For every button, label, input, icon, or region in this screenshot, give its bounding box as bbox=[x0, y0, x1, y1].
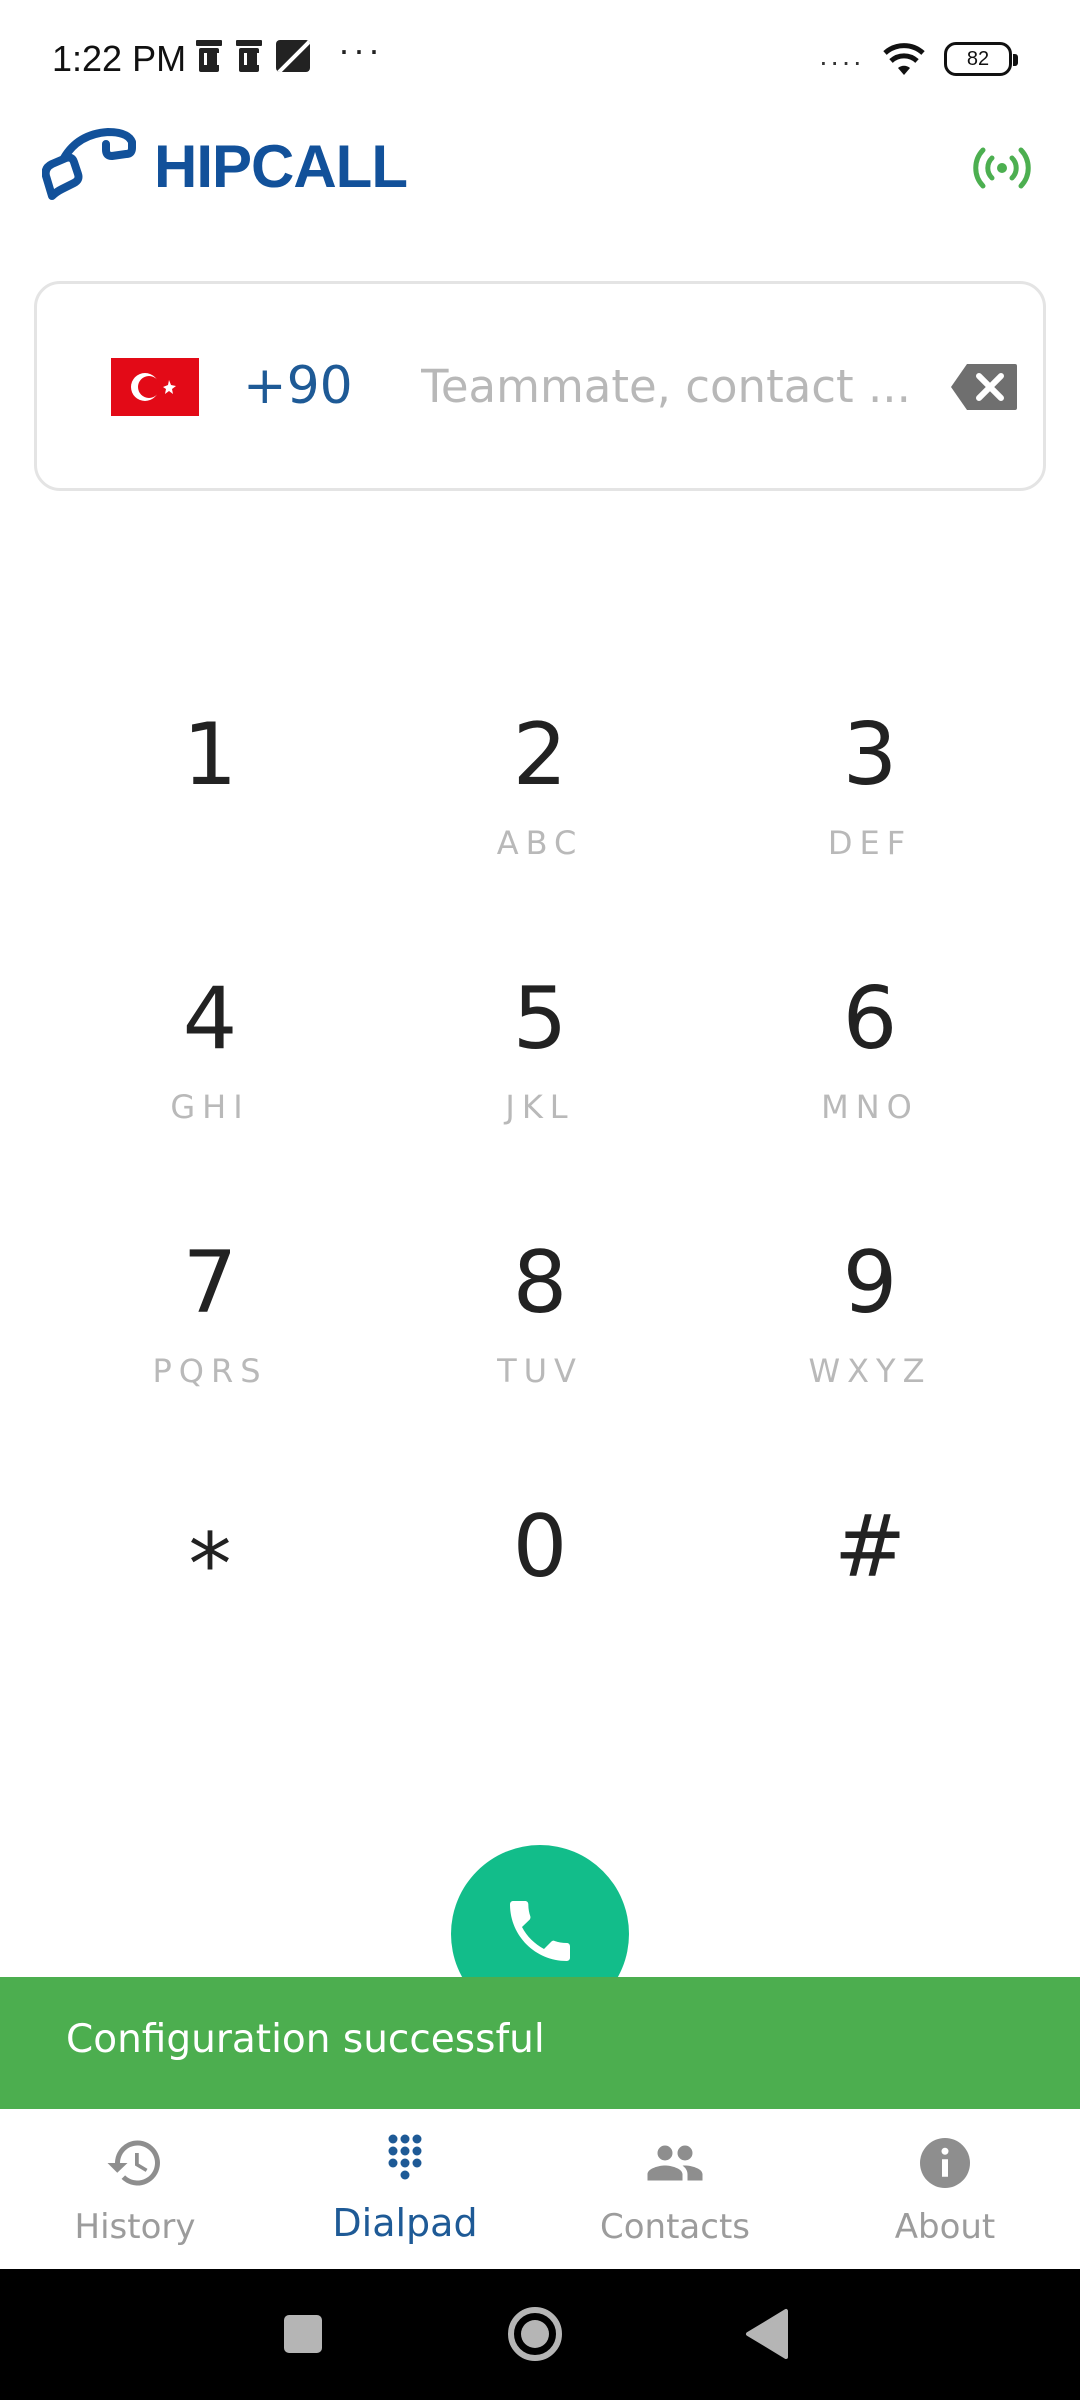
system-nav-bar bbox=[0, 2269, 1080, 2400]
key-digit: 2 bbox=[512, 705, 568, 805]
key-digit: 3 bbox=[842, 705, 898, 805]
brand-name: HIPCALL bbox=[154, 132, 408, 200]
key-1-button[interactable]: 1 bbox=[80, 680, 340, 900]
key-digit: 8 bbox=[512, 1233, 568, 1333]
key-letters: PQRS bbox=[152, 1352, 268, 1390]
key-digit: 5 bbox=[512, 969, 568, 1069]
key-9-button[interactable]: 9 WXYZ bbox=[740, 1208, 1000, 1428]
nav-item-about[interactable]: About bbox=[810, 2109, 1080, 2269]
nav-item-history[interactable]: History bbox=[0, 2109, 270, 2269]
dialpad-icon bbox=[388, 2134, 422, 2180]
nav-label-dialpad: Dialpad bbox=[332, 2201, 478, 2245]
key-6-button[interactable]: 6 MNO bbox=[740, 944, 1000, 1164]
status-bar: 1:22 PM ··· ···· 82 bbox=[0, 0, 1080, 120]
trash-icon bbox=[196, 40, 222, 72]
nav-item-dialpad[interactable]: Dialpad bbox=[270, 2109, 540, 2269]
key-3-button[interactable]: 3 DEF bbox=[740, 680, 1000, 900]
key-letters: DEF bbox=[827, 824, 913, 862]
back-icon[interactable] bbox=[734, 2299, 804, 2369]
key-digit: * bbox=[188, 1515, 232, 1615]
key-8-button[interactable]: 8 TUV bbox=[410, 1208, 670, 1428]
bottom-nav: History Dialpad Contacts About bbox=[0, 2109, 1080, 2269]
trash-icon bbox=[236, 40, 262, 72]
connection-status-icon[interactable] bbox=[972, 140, 1032, 196]
key-letters: MNO bbox=[821, 1088, 919, 1126]
battery-icon: 82 bbox=[944, 42, 1018, 76]
snackbar-message: Configuration successful bbox=[66, 2017, 545, 2062]
snackbar: Configuration successful bbox=[0, 1977, 1080, 2109]
key-star-button[interactable]: * bbox=[80, 1472, 340, 1692]
key-0-button[interactable]: 0 bbox=[410, 1472, 670, 1692]
nav-label-contacts: Contacts bbox=[600, 2207, 750, 2247]
status-right: ···· 82 bbox=[818, 40, 1018, 78]
history-icon bbox=[107, 2140, 160, 2186]
nav-item-contacts[interactable]: Contacts bbox=[540, 2109, 810, 2269]
key-5-button[interactable]: 5 JKL bbox=[410, 944, 670, 1164]
key-7-button[interactable]: 7 PQRS bbox=[80, 1208, 340, 1428]
backspace-icon[interactable] bbox=[949, 362, 1019, 412]
wifi-icon bbox=[883, 43, 925, 75]
key-hash-button[interactable]: # bbox=[740, 1472, 1000, 1692]
dial-input-card: +90 bbox=[34, 281, 1046, 491]
recents-icon[interactable] bbox=[268, 2299, 338, 2369]
hipcall-logo-icon bbox=[42, 128, 136, 200]
key-digit: 7 bbox=[182, 1233, 238, 1333]
key-digit: 1 bbox=[182, 705, 238, 805]
dial-search-input[interactable] bbox=[421, 350, 961, 422]
battery-level: 82 bbox=[966, 47, 990, 70]
key-letters: TUV bbox=[497, 1352, 583, 1390]
key-letters: GHI bbox=[170, 1088, 250, 1126]
phone-icon bbox=[510, 1901, 570, 1961]
key-letters: WXYZ bbox=[808, 1352, 932, 1390]
key-digit: 6 bbox=[842, 969, 898, 1069]
brand-logo-group: HIPCALL bbox=[42, 128, 408, 204]
key-digit: # bbox=[833, 1497, 907, 1597]
overflow-dots: ··· bbox=[338, 29, 383, 70]
contacts-icon bbox=[647, 2145, 703, 2181]
image-off-icon bbox=[276, 40, 310, 72]
key-4-button[interactable]: 4 GHI bbox=[80, 944, 340, 1164]
key-digit: 0 bbox=[512, 1497, 568, 1597]
key-letters: ABC bbox=[496, 824, 584, 862]
info-icon bbox=[920, 2138, 970, 2188]
home-icon[interactable] bbox=[500, 2299, 570, 2369]
key-digit: 4 bbox=[182, 969, 238, 1069]
status-time: 1:22 PM bbox=[52, 38, 187, 79]
turkey-flag-icon[interactable] bbox=[111, 358, 199, 416]
key-digit: 9 bbox=[842, 1233, 898, 1333]
country-code[interactable]: +90 bbox=[243, 356, 353, 416]
notification-icons: ··· bbox=[196, 29, 383, 72]
signal-icon: ···· bbox=[818, 46, 864, 77]
key-letters: JKL bbox=[505, 1088, 575, 1126]
nav-label-history: History bbox=[74, 2207, 196, 2247]
nav-label-about: About bbox=[894, 2207, 996, 2247]
key-2-button[interactable]: 2 ABC bbox=[410, 680, 670, 900]
